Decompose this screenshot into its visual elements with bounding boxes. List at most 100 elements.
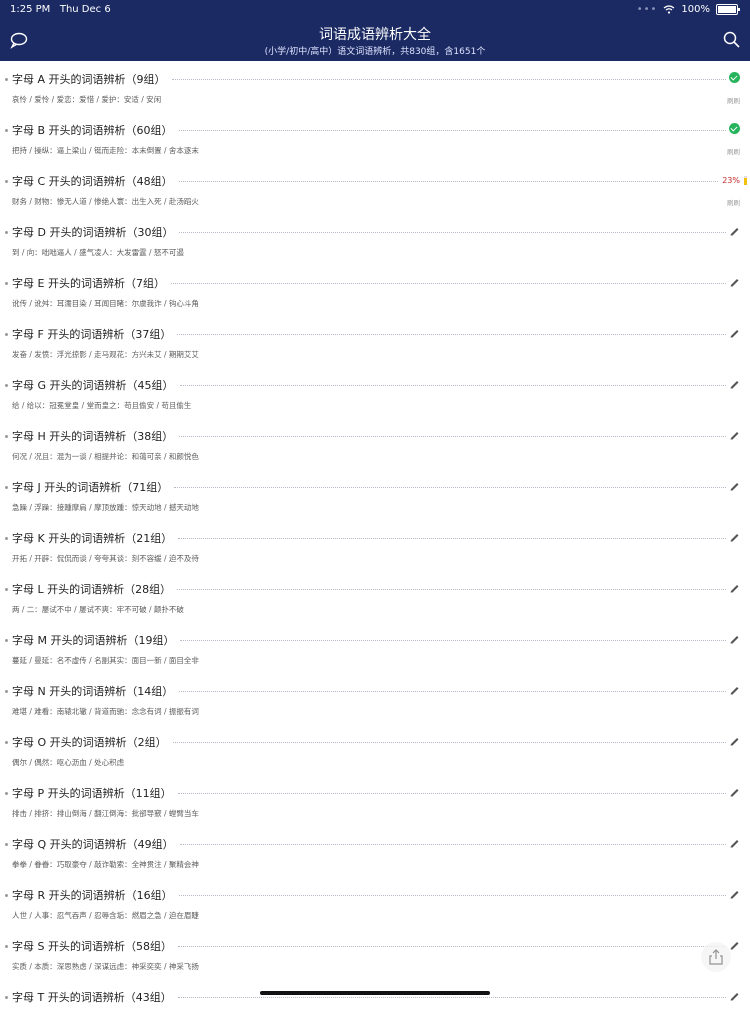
chat-bubble-icon[interactable] — [9, 31, 29, 49]
group-row[interactable]: 字母 C 开头的词语辨析（48组） 财务 / 财物：惨无人道 / 惨绝人寰：出生入… — [0, 163, 750, 214]
dotted-separator — [179, 844, 726, 845]
group-examples: 急躁 / 浮躁：接踵摩肩 / 摩顶放踵：惊天动地 / 撼天动地 — [12, 503, 199, 512]
bullet-dot — [5, 333, 8, 336]
group-examples: 人世 / 人事：忍气吞声 / 忍辱含垢：燃眉之急 / 迫在眉睫 — [12, 911, 199, 920]
group-row[interactable]: 字母 G 开头的词语辨析（45组） 给 / 给以：冠冕堂皇 / 堂而皇之：苟且偷安… — [0, 367, 750, 418]
pencil-icon[interactable] — [729, 582, 740, 593]
group-heading: 字母 E 开头的词语辨析（7组） — [12, 277, 165, 290]
group-heading: 字母 M 开头的词语辨析（19组） — [12, 634, 175, 647]
group-heading: 字母 R 开头的词语辨析（16组） — [12, 889, 173, 902]
group-examples: 何况 / 况且：混为一谈 / 相提并论：和蔼可亲 / 和颜悦色 — [12, 452, 199, 461]
status-bar: 1:25 PM Thu Dec 6 ••• 100% — [0, 0, 750, 18]
dotted-separator — [178, 181, 718, 182]
wifi-icon — [664, 5, 675, 14]
group-heading: 字母 L 开头的词语辨析（28组） — [12, 583, 172, 596]
dotted-separator — [171, 79, 726, 80]
group-row[interactable]: 字母 D 开头的词语辨析（30组） 到 / 向：咄咄逼人 / 盛气凌人：大发雷霆 … — [0, 214, 750, 265]
group-row[interactable]: 字母 L 开头的词语辨析（28组） 两 / 二：屡试不中 / 屡试不爽：牢不可破 … — [0, 571, 750, 622]
pencil-icon[interactable] — [729, 837, 740, 848]
checkmark-circle-icon — [729, 123, 740, 134]
group-examples: 难堪 / 难看：南辕北辙 / 背道而驰：念念有词 / 振振有词 — [12, 707, 199, 716]
status-time-text: 1:25 PM — [10, 4, 51, 15]
group-heading: 字母 B 开头的词语辨析（60组） — [12, 124, 173, 137]
share-button[interactable] — [701, 942, 731, 972]
bullet-dot — [5, 282, 8, 285]
group-heading: 字母 K 开头的词语辨析（21组） — [12, 532, 173, 545]
group-examples: 把持 / 操纵：逼上梁山 / 铤而走险：本末倒置 / 舍本逐末 — [12, 146, 199, 155]
bullet-dot — [5, 384, 8, 387]
progress-fill — [744, 178, 747, 185]
group-heading: 字母 T 开头的词语辨析（43组） — [12, 991, 172, 1004]
progress-percent: 23% — [722, 176, 740, 185]
group-heading: 字母 O 开头的词语辨析（2组） — [12, 736, 167, 749]
multitask-dots-icon: ••• — [636, 4, 658, 15]
group-row[interactable]: 字母 S 开头的词语辨析（58组） 实质 / 本质：深思熟虑 / 深谋远虑：神采奕… — [0, 928, 750, 979]
group-row[interactable]: 字母 R 开头的词语辨析（16组） 人世 / 人事：忍气吞声 / 忍辱含垢：燃眉之… — [0, 877, 750, 928]
bullet-dot — [5, 588, 8, 591]
pencil-icon[interactable] — [729, 531, 740, 542]
dotted-separator — [174, 487, 726, 488]
group-row[interactable]: 字母 B 开头的词语辨析（60组） 把持 / 操纵：逼上梁山 / 铤而走险：本末倒… — [0, 112, 750, 163]
pencil-icon[interactable] — [729, 633, 740, 644]
bullet-dot — [5, 129, 8, 132]
home-indicator[interactable] — [260, 991, 490, 995]
bullet-dot — [5, 180, 8, 183]
group-heading: 字母 S 开头的词语辨析（58组） — [12, 940, 172, 953]
group-row[interactable]: 字母 O 开头的词语辨析（2组） 偶尔 / 偶然：呕心沥血 / 处心积虑 — [0, 724, 750, 775]
group-row[interactable]: 字母 J 开头的词语辨析（71组） 急躁 / 浮躁：接踵摩肩 / 摩顶放踵：惊天动… — [0, 469, 750, 520]
dotted-separator — [179, 436, 726, 437]
dotted-separator — [177, 589, 726, 590]
app-header: 1:25 PM Thu Dec 6 ••• 100% 词语成语辨析大全 (小学/… — [0, 0, 750, 61]
group-row[interactable]: 字母 H 开头的词语辨析（38组） 何况 / 况且：混为一谈 / 相提并论：和蔼可… — [0, 418, 750, 469]
dotted-separator — [180, 640, 726, 641]
bullet-dot — [5, 945, 8, 948]
bullet-dot — [5, 690, 8, 693]
pencil-icon[interactable] — [729, 990, 740, 1001]
bullet-dot — [5, 792, 8, 795]
dotted-separator — [172, 742, 726, 743]
group-row[interactable]: 字母 M 开头的词语辨析（19组） 蔓延 / 曼延：名不虚传 / 名副其实：面目一… — [0, 622, 750, 673]
group-examples: 财务 / 财物：惨无人道 / 惨绝人寰：出生入死 / 赴汤蹈火 — [12, 197, 199, 206]
group-examples: 两 / 二：屡试不中 / 屡试不爽：牢不可破 / 颠扑不破 — [12, 605, 184, 614]
group-heading: 字母 N 开头的词语辨析（14组） — [12, 685, 174, 698]
group-tag: 刷刷 — [727, 199, 740, 207]
group-row[interactable]: 字母 N 开头的词语辨析（14组） 难堪 / 难看：南辕北辙 / 背道而驰：念念有… — [0, 673, 750, 724]
progress-bar — [744, 176, 747, 185]
group-row[interactable]: 字母 E 开头的词语辨析（7组） 讹传 / 讹舛：耳濡目染 / 耳闻目睹：尔虞我诈… — [0, 265, 750, 316]
dotted-separator — [177, 946, 726, 947]
pencil-icon[interactable] — [729, 327, 740, 338]
pencil-icon[interactable] — [729, 888, 740, 899]
pencil-icon[interactable] — [729, 786, 740, 797]
dotted-separator — [178, 538, 726, 539]
bullet-dot — [5, 894, 8, 897]
pencil-icon[interactable] — [729, 684, 740, 695]
group-heading: 字母 J 开头的词语辨析（71组） — [12, 481, 169, 494]
group-row[interactable]: 字母 P 开头的词语辨析（11组） 排击 / 排挤：排山倒海 / 翻江倒海：批郤导… — [0, 775, 750, 826]
pencil-icon[interactable] — [729, 276, 740, 287]
group-examples: 哀怜 / 爱怜 / 爱恋：爱惜 / 爱护：安适 / 安闲 — [12, 95, 162, 104]
group-row[interactable]: 字母 F 开头的词语辨析（37组） 发奋 / 发愤：浮光掠影 / 走马观花：方兴未… — [0, 316, 750, 367]
group-row[interactable]: 字母 T 开头的词语辨析（43组） — [0, 979, 750, 1030]
status-right: ••• 100% — [636, 4, 740, 15]
bullet-dot — [5, 486, 8, 489]
group-tag: 刷刷 — [727, 148, 740, 156]
pencil-icon[interactable] — [729, 735, 740, 746]
group-row[interactable]: 字母 K 开头的词语辨析（21组） 开拓 / 开辟：侃侃而谈 / 夸夸其谈：刻不容… — [0, 520, 750, 571]
dotted-separator — [179, 385, 726, 386]
group-row[interactable]: 字母 Q 开头的词语辨析（49组） 拳拳 / 眷眷：巧取豪夺 / 敲诈勒索：全神贯… — [0, 826, 750, 877]
dotted-separator — [177, 793, 726, 794]
group-heading: 字母 C 开头的词语辨析（48组） — [12, 175, 173, 188]
bullet-dot — [5, 537, 8, 540]
share-icon — [709, 949, 723, 965]
bullet-dot — [5, 639, 8, 642]
pencil-icon[interactable] — [729, 378, 740, 389]
group-row[interactable]: 字母 A 开头的词语辨析（9组） 哀怜 / 爱怜 / 爱恋：爱惜 / 爱护：安适 … — [0, 61, 750, 112]
pencil-icon[interactable] — [729, 429, 740, 440]
battery-icon — [716, 4, 740, 15]
pencil-icon[interactable] — [729, 939, 740, 950]
pencil-icon[interactable] — [729, 480, 740, 491]
search-icon[interactable] — [722, 31, 742, 49]
pencil-icon[interactable] — [729, 225, 740, 236]
group-heading: 字母 P 开头的词语辨析（11组） — [12, 787, 172, 800]
group-examples: 偶尔 / 偶然：呕心沥血 / 处心积虑 — [12, 758, 125, 767]
